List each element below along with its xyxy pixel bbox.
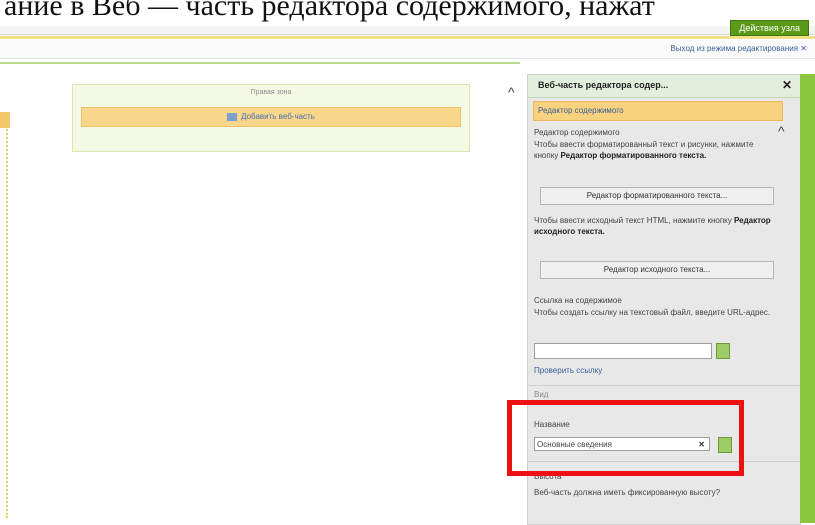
view-section-label[interactable]: Вид	[534, 389, 548, 400]
exit-edit-mode-link[interactable]: Выход из режима редактирования ✕	[670, 44, 807, 53]
rich-text-instructions: Чтобы ввести форматированный текст и рис…	[534, 139, 778, 161]
section-header-label: Редактор содержимого	[538, 106, 624, 115]
content-link-builder-button[interactable]	[716, 343, 730, 359]
rich-text-editor-button[interactable]: Редактор форматированного текста...	[540, 187, 774, 205]
rich-text-bold: Редактор форматированного текста.	[560, 151, 707, 160]
source-editor-button[interactable]: Редактор исходного текста...	[540, 261, 774, 279]
section-separator	[528, 385, 800, 386]
page-divider	[0, 62, 520, 64]
content-link-input[interactable]	[534, 343, 712, 359]
add-webpart-button[interactable]: Добавить веб-часть	[81, 107, 461, 127]
tool-pane-header: Веб-часть редактора содер... ✕	[528, 75, 800, 98]
scroll-up-icon[interactable]: ^	[508, 84, 515, 100]
tool-pane-accent-bar	[800, 74, 815, 523]
content-link-instructions: Чтобы создать ссылку на текстовый файл, …	[534, 308, 771, 317]
add-webpart-icon	[227, 112, 238, 121]
panel-scroll-up-icon[interactable]: ^	[778, 123, 785, 139]
tool-pane-title: Веб-часть редактора содер...	[538, 80, 669, 90]
content-editor-section-header[interactable]: Редактор содержимого	[533, 101, 783, 121]
source-instructions: Чтобы ввести исходный текст HTML, нажмит…	[534, 215, 778, 237]
right-webpart-zone: Правая зона Добавить веб-часть	[72, 84, 470, 152]
zone-title: Правая зона	[250, 89, 292, 96]
close-icon[interactable]: ✕	[782, 78, 792, 92]
add-webpart-label: Добавить веб-часть	[241, 112, 315, 121]
content-link-label: Ссылка на содержимое	[534, 296, 622, 305]
height-question: Веб-часть должна иметь фиксированную выс…	[534, 488, 721, 497]
check-link[interactable]: Проверить ссылку	[534, 365, 602, 376]
ribbon-divider	[0, 36, 815, 39]
group-label: Редактор содержимого	[534, 128, 620, 137]
document-caption: ание в Веб — часть редактора содержимого…	[4, 0, 655, 22]
top-bar	[0, 26, 815, 35]
highlight-box	[507, 400, 744, 476]
site-actions-menu[interactable]: Действия узла	[730, 20, 809, 36]
left-webpart-zone	[0, 118, 8, 518]
source-intro: Чтобы ввести исходный текст HTML, нажмит…	[534, 216, 732, 225]
